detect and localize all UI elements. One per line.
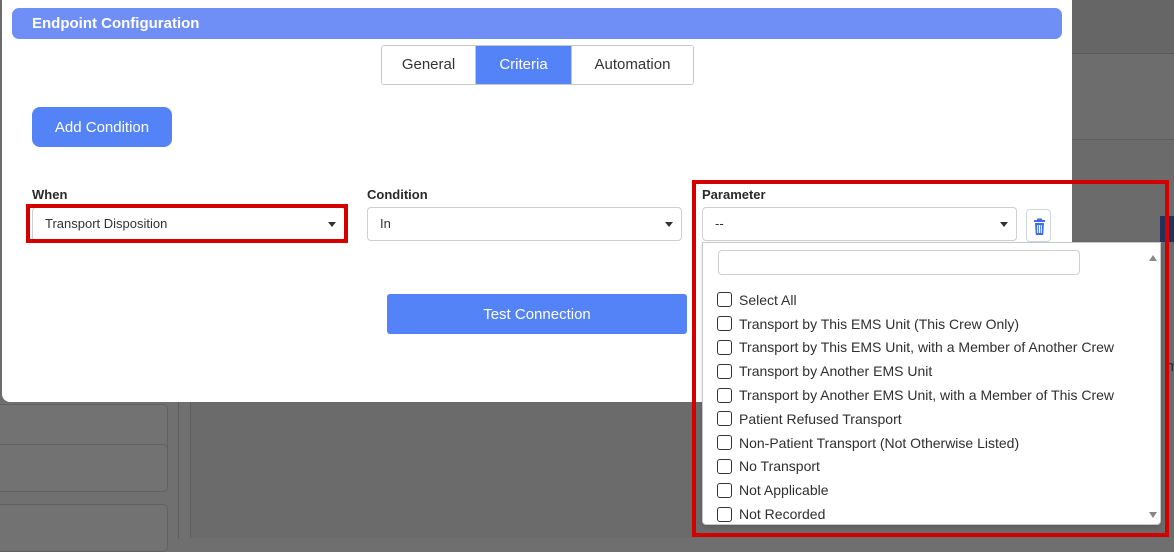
dropdown-options-list: Select All Transport by This EMS Unit (T… [717, 288, 1137, 526]
background-header-strip [1072, 0, 1174, 54]
option-label: Not Recorded [739, 506, 826, 523]
list-item[interactable]: No Transport [717, 455, 1137, 479]
caret-down-icon [665, 222, 673, 227]
scroll-up-icon[interactable] [1149, 255, 1157, 261]
parameter-select[interactable]: -- [702, 207, 1017, 241]
checkbox-icon[interactable] [717, 387, 732, 403]
when-select-value: Transport Disposition [45, 216, 168, 231]
condition-select[interactable]: In [367, 207, 682, 241]
list-item[interactable]: Not Recorded [717, 502, 1137, 526]
option-label: Not Applicable [739, 482, 829, 499]
option-label: Transport by This EMS Unit, with a Membe… [739, 339, 1115, 356]
background-divider [190, 402, 191, 538]
background-text-fragment: m [1166, 358, 1174, 375]
caret-down-icon [328, 222, 336, 227]
tab-automation[interactable]: Automation [571, 46, 693, 84]
background-card [0, 504, 168, 552]
option-label: Transport by Another EMS Unit, with a Me… [739, 387, 1115, 404]
checkbox-icon[interactable] [717, 435, 732, 451]
list-item[interactable]: Transport by This EMS Unit (This Crew On… [717, 312, 1137, 336]
option-label: Non-Patient Transport (Not Otherwise Lis… [739, 434, 1020, 451]
trash-icon [1034, 218, 1045, 235]
checkbox-icon[interactable] [717, 363, 732, 379]
option-label: Patient Refused Transport [739, 410, 902, 427]
option-label: Transport by Another EMS Unit [739, 363, 933, 380]
caret-down-icon [1000, 222, 1008, 227]
option-label: Transport by This EMS Unit (This Crew On… [739, 315, 1020, 332]
list-item[interactable]: Non-Patient Transport (Not Otherwise Lis… [717, 431, 1137, 455]
background-navy-bar [1160, 216, 1174, 242]
checkbox-icon[interactable] [717, 506, 732, 522]
background-card [0, 444, 168, 492]
delete-condition-button[interactable] [1026, 209, 1051, 242]
checkbox-icon[interactable] [717, 411, 732, 427]
tab-general[interactable]: General [382, 46, 475, 84]
condition-label: Condition [367, 187, 428, 202]
checkbox-icon[interactable] [717, 316, 732, 332]
list-item[interactable]: Transport by Another EMS Unit, with a Me… [717, 383, 1137, 407]
checkbox-icon[interactable] [717, 458, 732, 474]
checkbox-icon[interactable] [717, 339, 732, 355]
scroll-down-icon[interactable] [1149, 512, 1157, 518]
list-item[interactable]: Not Applicable [717, 478, 1137, 502]
option-select-all[interactable]: Select All [717, 288, 1137, 312]
when-label: When [32, 187, 68, 202]
test-connection-button[interactable]: Test Connection [387, 294, 687, 334]
list-item[interactable]: Transport by Another EMS Unit [717, 359, 1137, 383]
parameter-dropdown: Select All Transport by This EMS Unit (T… [702, 242, 1161, 525]
parameter-select-value: -- [715, 216, 724, 231]
checkbox-icon[interactable] [717, 292, 732, 308]
dropdown-search-input[interactable] [718, 250, 1080, 275]
list-item[interactable]: Transport by This EMS Unit, with a Membe… [717, 336, 1137, 360]
add-condition-button[interactable]: Add Condition [32, 107, 172, 147]
option-label: Select All [739, 291, 797, 308]
list-item[interactable]: Patient Refused Transport [717, 407, 1137, 431]
background-panel [1072, 54, 1174, 140]
checkbox-icon[interactable] [717, 482, 732, 498]
option-label: No Transport [739, 458, 820, 475]
when-select[interactable]: Transport Disposition [32, 207, 345, 241]
tab-criteria[interactable]: Criteria [475, 46, 571, 84]
modal-title: Endpoint Configuration [12, 8, 1062, 39]
parameter-label: Parameter [702, 187, 766, 202]
tab-bar: General Criteria Automation [381, 45, 694, 85]
condition-select-value: In [380, 216, 391, 231]
background-divider [178, 402, 179, 538]
